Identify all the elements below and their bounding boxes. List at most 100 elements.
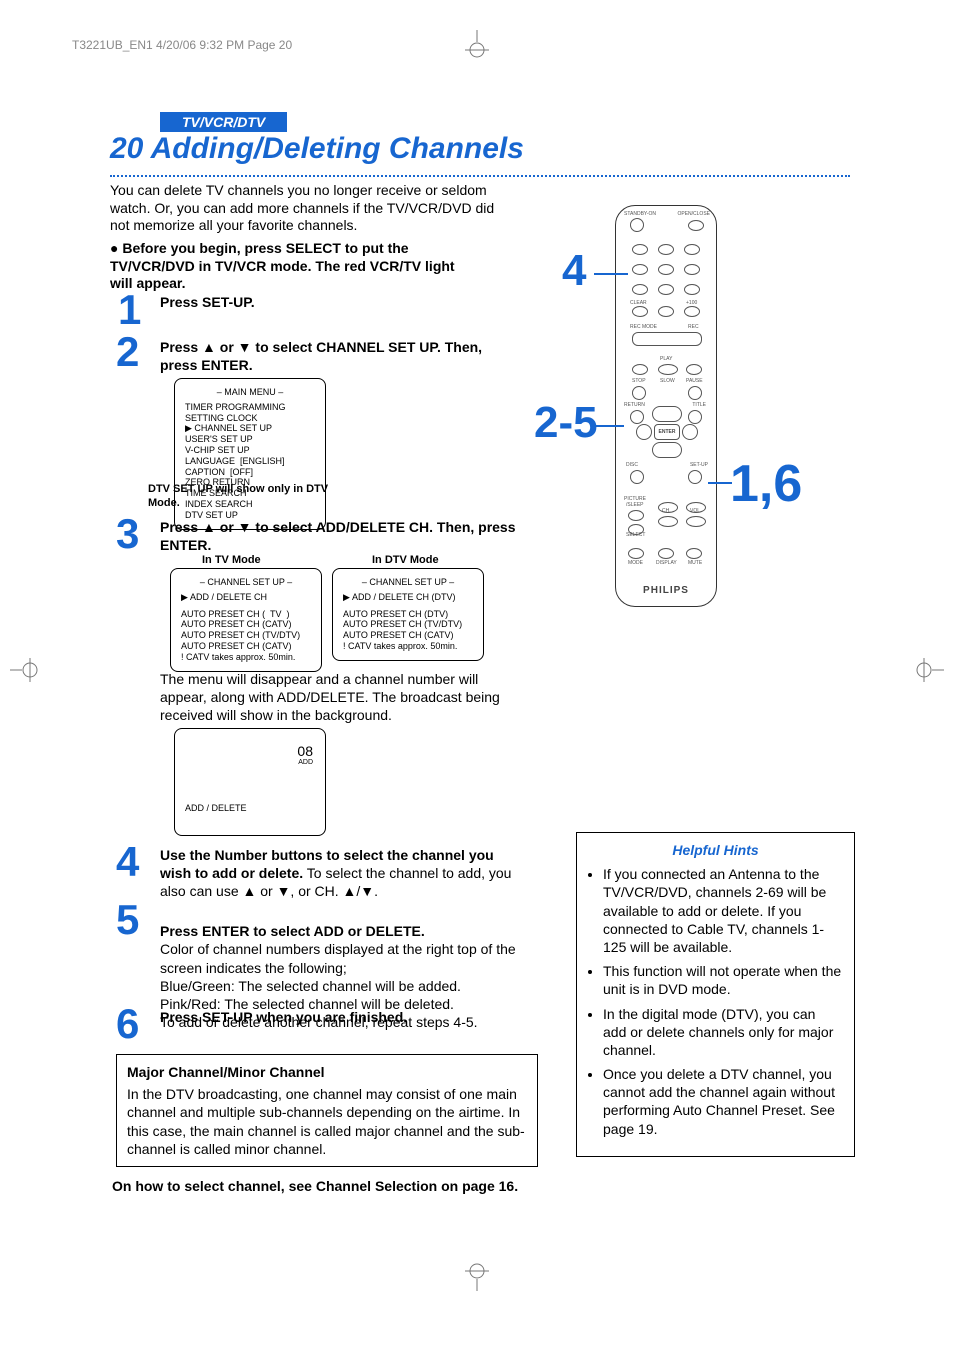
num-4-button xyxy=(632,264,648,275)
menu-item: AUTO PRESET CH ( TV ) xyxy=(181,609,311,620)
hints-title: Helpful Hints xyxy=(589,841,842,859)
plus10-button xyxy=(684,306,700,317)
step-6-number: 6 xyxy=(116,1000,139,1048)
up-button xyxy=(652,406,682,422)
standby-button xyxy=(630,218,644,232)
callout-1-6: 1,6 xyxy=(730,454,802,514)
menu-item: TIMER PROGRAMMING xyxy=(185,402,315,413)
num-3-button xyxy=(684,244,700,255)
menu-item: SETTING CLOCK xyxy=(185,413,315,424)
hint-item: If you connected an Antenna to the TV/VC… xyxy=(603,865,842,956)
enter-button: ENTER xyxy=(654,424,680,440)
crop-mark-top xyxy=(462,30,492,60)
step-3-number: 3 xyxy=(116,510,139,558)
num-9-button xyxy=(684,284,700,295)
major-title: Major Channel/Minor Channel xyxy=(127,1063,527,1081)
step-3-after: The menu will disappear and a channel nu… xyxy=(160,670,520,725)
channel-mode: ADD xyxy=(297,759,313,766)
channel-menu-dtv: – CHANNEL SET UP – ADD / DELETE CH (DTV)… xyxy=(332,568,484,661)
display-button xyxy=(658,548,674,559)
mute-label: MUTE xyxy=(688,560,702,566)
disc-label: DISC xyxy=(626,462,638,468)
remote-diagram: STANDBY-ON OPEN/CLOSE CLEAR +100 REC MOD… xyxy=(615,205,735,645)
step-6-text: Press SET-UP when you are finished. xyxy=(160,1008,520,1026)
num-5-button xyxy=(658,264,674,275)
channel-display-screen: 08 ADD ADD / DELETE xyxy=(174,728,326,836)
open-close-button xyxy=(688,220,704,231)
menu-item: ! CATV takes approx. 50min. xyxy=(181,652,311,663)
down-button xyxy=(652,442,682,458)
callout-25-line xyxy=(594,425,624,427)
stop-label: STOP xyxy=(632,378,646,384)
title-button xyxy=(688,410,702,424)
step-2-number: 2 xyxy=(116,328,139,376)
num-6-button xyxy=(684,264,700,275)
tv-mode-caption: In TV Mode xyxy=(202,554,261,566)
channel-number: 08 xyxy=(297,743,313,759)
sleep-label: /SLEEP xyxy=(626,502,644,508)
crop-mark-bottom xyxy=(462,1261,492,1291)
menu-item: AUTO PRESET CH (CATV) xyxy=(181,641,311,652)
title-divider xyxy=(110,175,850,177)
step-3-text: Press ▲ or ▼ to select ADD/DELETE CH. Th… xyxy=(160,518,520,554)
pause-button xyxy=(688,386,702,400)
mute-button xyxy=(686,548,702,559)
cross-reference: On how to select channel, see Channel Se… xyxy=(112,1178,518,1194)
menu-item-selected: ADD / DELETE CH xyxy=(181,592,311,603)
standby-label: STANDBY-ON xyxy=(624,211,656,217)
channel-label: ADD / DELETE xyxy=(185,803,247,813)
menu-item: CAPTION [OFF] xyxy=(185,467,315,478)
step-1-text: Press SET-UP. xyxy=(160,293,520,311)
mode-button xyxy=(628,548,644,559)
step-1-number: 1 xyxy=(118,286,141,334)
rew-button xyxy=(632,364,648,375)
major-minor-box: Major Channel/Minor Channel In the DTV b… xyxy=(116,1054,538,1167)
return-label: RETURN xyxy=(624,402,645,408)
ch-down-button xyxy=(658,516,678,527)
menu-title: – CHANNEL SET UP – xyxy=(181,577,311,588)
callout-4-line xyxy=(594,273,628,275)
crop-mark-left xyxy=(10,655,40,685)
helpful-hints-box: Helpful Hints If you connected an Antenn… xyxy=(576,832,855,1157)
channel-menu-tv: – CHANNEL SET UP – ADD / DELETE CH AUTO … xyxy=(170,568,322,672)
num-1-button xyxy=(632,244,648,255)
setup-button xyxy=(688,470,702,484)
hint-item: In the digital mode (DTV), you can add o… xyxy=(603,1005,842,1060)
vol-down-button xyxy=(686,516,706,527)
play-button xyxy=(658,364,678,375)
play-label: PLAY xyxy=(660,356,672,362)
print-header: T3221UB_EN1 4/20/06 9:32 PM Page 20 xyxy=(72,38,292,52)
step-5-number: 5 xyxy=(116,896,139,944)
menu-item: AUTO PRESET CH (TV/DTV) xyxy=(343,619,473,630)
recmode-label: REC MODE xyxy=(630,324,657,330)
page-title: 20 Adding/Deleting Channels xyxy=(110,132,524,166)
menu-item: ! CATV takes approx. 50min. xyxy=(343,641,473,652)
slow-label: SLOW xyxy=(660,378,675,384)
page-number: 20 xyxy=(110,132,143,165)
crop-mark-right xyxy=(914,655,944,685)
rec-bar xyxy=(632,332,702,346)
section-tag: TV/VCR/DTV xyxy=(160,112,287,132)
open-close-label: OPEN/CLOSE xyxy=(677,211,710,217)
manual-page: T3221UB_EN1 4/20/06 9:32 PM Page 20 TV/V… xyxy=(0,0,954,1351)
dtv-mode-caption: In DTV Mode xyxy=(372,554,439,566)
num-8-button xyxy=(658,284,674,295)
menu-item: USER'S SET UP xyxy=(185,434,315,445)
title-label: TITLE xyxy=(692,402,706,408)
pause-label: PAUSE xyxy=(686,378,703,384)
menu-item: AUTO PRESET CH (DTV) xyxy=(343,609,473,620)
menu-title: – CHANNEL SET UP – xyxy=(343,577,473,588)
menu-item: V-CHIP SET UP xyxy=(185,445,315,456)
callout-16-line xyxy=(708,482,732,484)
menu-item-selected: ADD / DELETE CH (DTV) xyxy=(343,592,473,603)
num-7-button xyxy=(632,284,648,295)
major-body: In the DTV broadcasting, one channel may… xyxy=(127,1085,527,1158)
menu-item: LANGUAGE [ENGLISH] xyxy=(185,456,315,467)
menu-item: AUTO PRESET CH (CATV) xyxy=(343,630,473,641)
clear-button xyxy=(632,306,648,317)
setup-label: SET-UP xyxy=(690,462,708,468)
stop-button xyxy=(632,386,646,400)
vol-up-button xyxy=(686,502,706,513)
menu-item-selected: CHANNEL SET UP xyxy=(185,423,315,434)
step-2-text: Press ▲ or ▼ to select CHANNEL SET UP. T… xyxy=(160,338,520,374)
